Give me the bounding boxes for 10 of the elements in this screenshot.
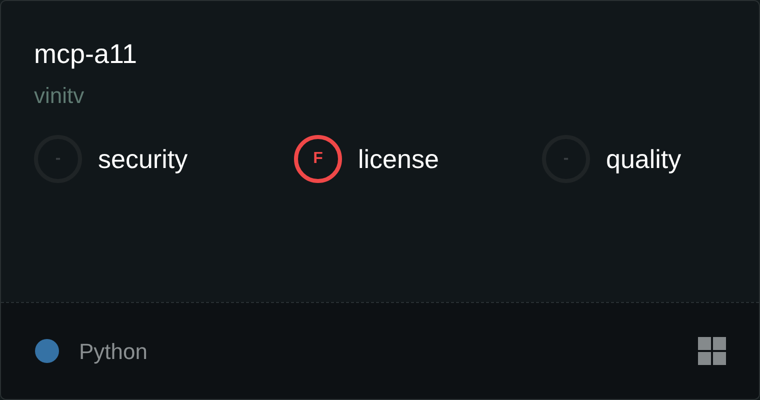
author-name: vinitv [34, 82, 86, 110]
score-label: license [358, 142, 439, 176]
grade-badge: - [542, 135, 590, 183]
grade-badge: F [294, 135, 342, 183]
windows-icon [698, 337, 726, 365]
score-label: security [98, 142, 188, 176]
grade-badge: - [34, 135, 82, 183]
language-label: Python [79, 338, 148, 366]
score-label: quality [606, 142, 682, 176]
card-title: mcp-a11 [34, 38, 138, 71]
